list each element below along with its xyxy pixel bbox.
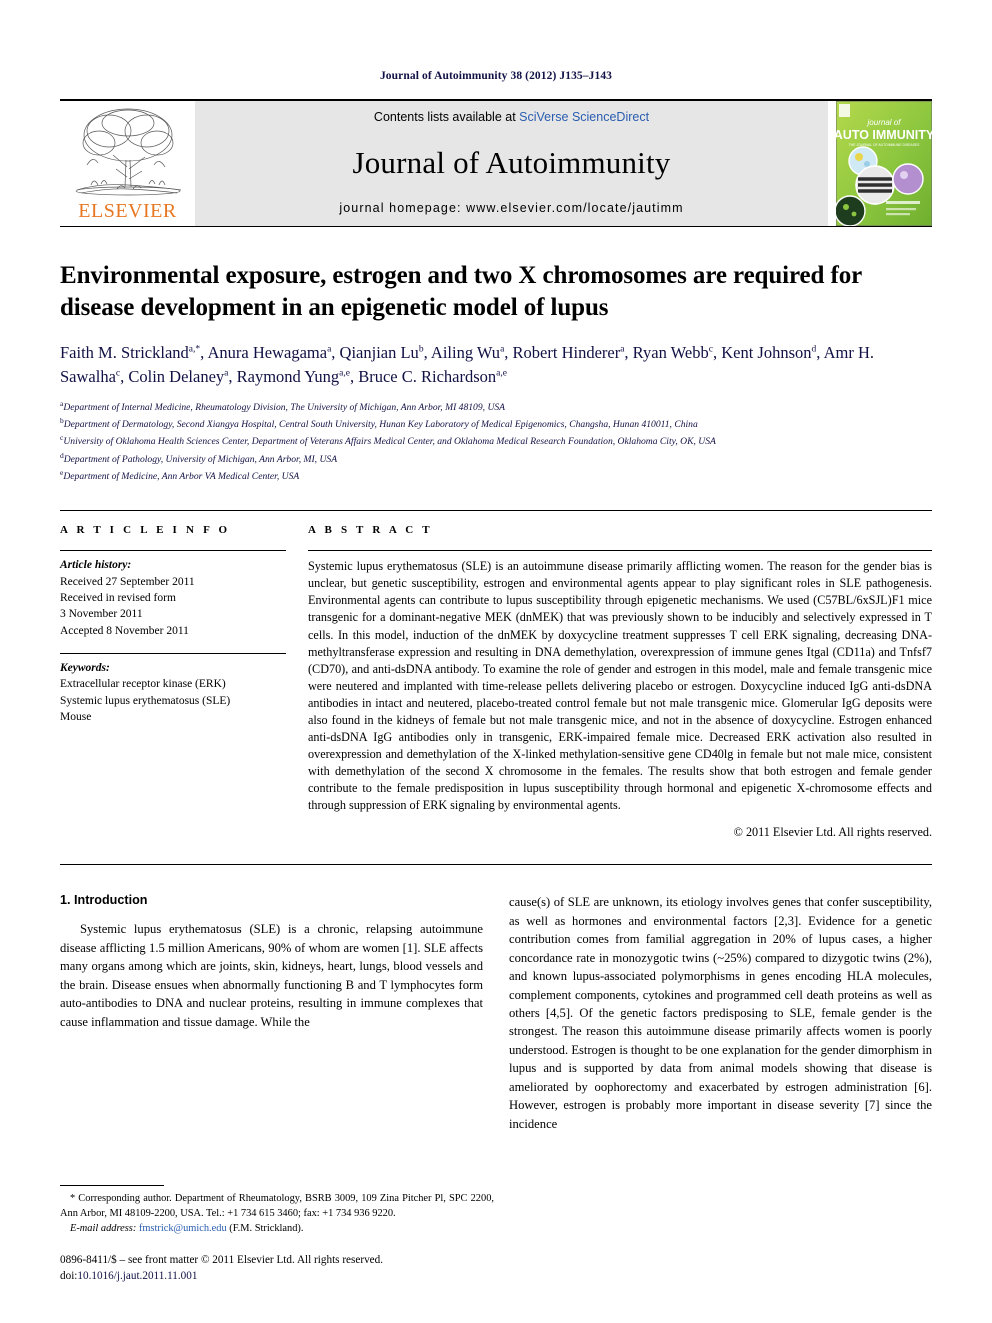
abstract-text: Systemic lupus erythematosus (SLE) is an… <box>308 559 932 813</box>
email-link[interactable]: fmstrick@umich.edu <box>139 1223 227 1234</box>
affiliation-c: cUniversity of Oklahoma Health Sciences … <box>60 432 932 449</box>
issn-line: 0896-8411/$ – see front matter © 2011 El… <box>60 1254 384 1267</box>
history-revised-date: 3 November 2011 <box>60 608 143 621</box>
svg-text:THE JOURNAL OF AUTOIMMUNE DISE: THE JOURNAL OF AUTOIMMUNE DISEASES <box>849 143 921 147</box>
cover-artwork-icon: journal of AUTO IMMUNITY THE JOURNAL OF … <box>834 100 935 227</box>
masthead-center: Contents lists available at SciVerse Sci… <box>195 101 828 226</box>
body-column-right: cause(s) of SLE are unknown, its etiolog… <box>509 893 932 1133</box>
doi-link[interactable]: 10.1016/j.jaut.2011.11.001 <box>77 1270 197 1282</box>
affiliation-text-c: University of Oklahoma Health Sciences C… <box>63 436 716 448</box>
article-info-heading: A R T I C L E I N F O <box>60 524 231 537</box>
email-label: E-mail address: <box>70 1223 137 1235</box>
affiliations-list: aDepartment of Internal Medicine, Rheuma… <box>60 398 932 484</box>
article-page: Journal of Autoimmunity 38 (2012) J135–J… <box>0 0 992 1323</box>
affiliation-text-e: Department of Medicine, Ann Arbor VA Med… <box>63 471 300 483</box>
journal-homepage[interactable]: journal homepage: www.elsevier.com/locat… <box>339 201 683 215</box>
doi-line: doi:10.1016/j.jaut.2011.11.001 <box>60 1269 494 1285</box>
journal-title: Journal of Autoimmunity <box>352 144 671 180</box>
keyword-item: Systemic lupus erythematosus (SLE) <box>60 694 231 707</box>
elsevier-logo: ELSEVIER <box>60 101 195 226</box>
sciencedirect-link[interactable]: SciVerse ScienceDirect <box>519 110 649 124</box>
elsevier-tree-icon <box>75 108 181 196</box>
intro-paragraph-right: cause(s) of SLE are unknown, its etiolog… <box>509 895 932 1131</box>
imprint-block: 0896-8411/$ – see front matter © 2011 El… <box>60 1253 494 1285</box>
affiliation-d: dDepartment of Pathology, University of … <box>60 450 932 467</box>
article-title: Environmental exposure, estrogen and two… <box>60 262 862 321</box>
svg-text:AUTO IMMUNITY: AUTO IMMUNITY <box>836 128 932 142</box>
info-abstract-section: A R T I C L E I N F O Article history: R… <box>60 510 932 840</box>
article-history-label: Article history: <box>60 559 132 572</box>
history-revised: Received in revised form <box>60 591 176 604</box>
journal-cover-thumbnail: journal of AUTO IMMUNITY THE JOURNAL OF … <box>834 100 935 227</box>
keywords-label: Keywords: <box>60 661 110 674</box>
doi-label: doi: <box>60 1270 78 1283</box>
affiliation-text-d: Department of Pathology, University of M… <box>63 453 338 465</box>
abstract-copyright: © 2011 Elsevier Ltd. All rights reserved… <box>733 825 932 840</box>
affiliation-b: bDepartment of Dermatology, Second Xiang… <box>60 415 932 432</box>
email-suffix: (F.M. Strickland). <box>229 1223 304 1235</box>
affiliation-e: eDepartment of Medicine, Ann Arbor VA Me… <box>60 467 932 484</box>
journal-masthead: ELSEVIER Contents lists available at Sci… <box>60 99 935 227</box>
history-received: Received 27 September 2011 <box>60 575 195 588</box>
abstract-heading: A B S T R A C T <box>308 524 433 537</box>
affiliation-text-a: Department of Internal Medicine, Rheumat… <box>63 402 506 414</box>
affiliation-text-b: Department of Dermatology, Second Xiangy… <box>63 419 698 431</box>
keyword-item: Extracellular receptor kinase (ERK) <box>60 678 226 691</box>
footnote-area: * Corresponding author. Department of Rh… <box>60 1185 494 1285</box>
author-list: Faith M. Stricklanda,*, Anura Hewagamaa,… <box>60 343 875 386</box>
keywords-block: Keywords: Extracellular receptor kinase … <box>60 654 286 725</box>
abstract-column: A B S T R A C T Systemic lupus erythemat… <box>308 524 932 840</box>
article-history-block: Article history: Received 27 September 2… <box>60 551 286 639</box>
email-note: E-mail address: fmstrick@umich.edu (F.M.… <box>60 1222 494 1237</box>
article-info-column: A R T I C L E I N F O Article history: R… <box>60 524 308 840</box>
elsevier-wordmark: ELSEVIER <box>78 200 177 222</box>
masthead-bottom-rule <box>60 226 932 227</box>
running-head: Journal of Autoimmunity 38 (2012) J135–J… <box>379 70 613 82</box>
contents-prefix: Contents lists available at <box>373 110 520 124</box>
corresponding-author-note: * Corresponding author. Department of Rh… <box>60 1193 494 1220</box>
abstract-body: Systemic lupus erythematosus (SLE) is an… <box>308 551 932 814</box>
intro-paragraph-left: Systemic lupus erythematosus (SLE) is a … <box>60 922 483 1029</box>
history-accepted: Accepted 8 November 2011 <box>60 624 189 637</box>
body-column-left: 1. Introduction Systemic lupus erythemat… <box>60 893 483 1133</box>
contents-list-line: Contents lists available at SciVerse Sci… <box>374 110 649 124</box>
body-columns: 1. Introduction Systemic lupus erythemat… <box>60 893 932 1133</box>
body-top-rule <box>60 864 932 866</box>
affiliation-a: aDepartment of Internal Medicine, Rheuma… <box>60 398 932 415</box>
keyword-item: Mouse <box>60 710 92 723</box>
section-heading-introduction: 1. Introduction <box>60 893 148 908</box>
svg-text:journal of: journal of <box>867 118 902 127</box>
footnote-rule <box>60 1185 164 1187</box>
